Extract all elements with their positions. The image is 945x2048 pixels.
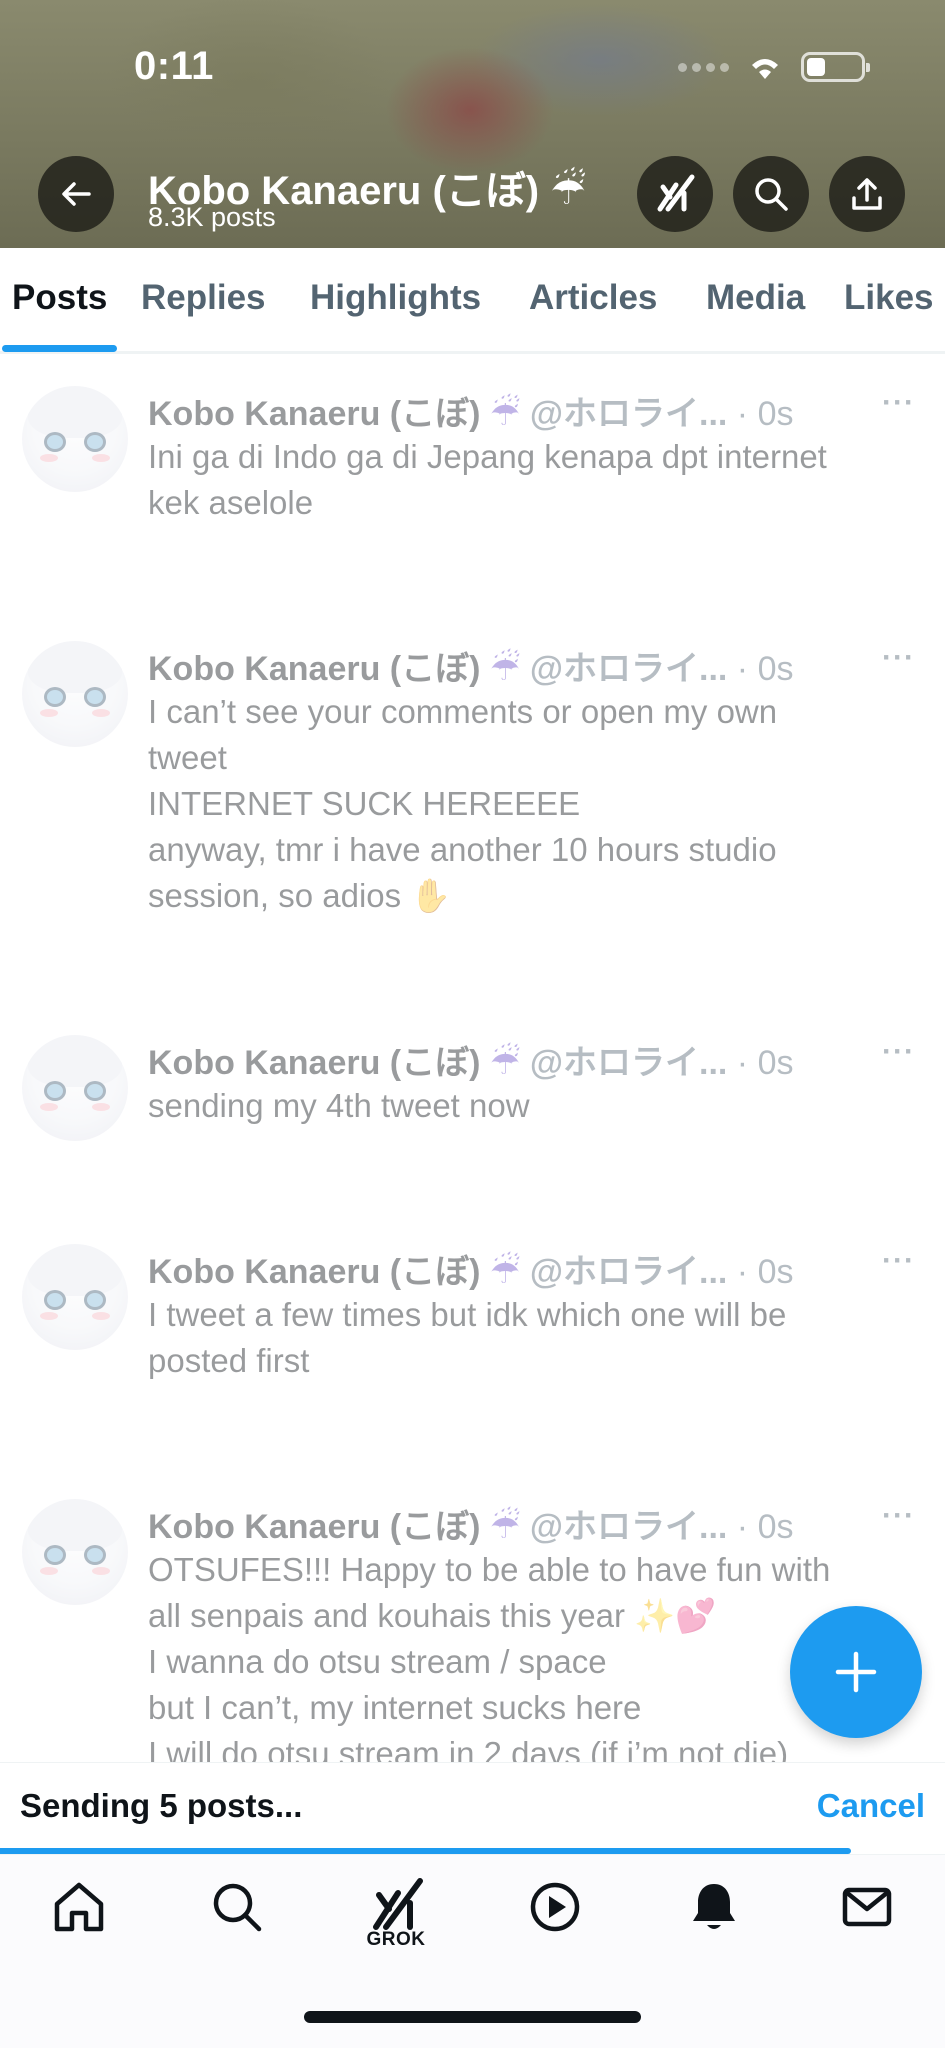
- more-options-icon[interactable]: ···: [882, 641, 915, 675]
- post-author-name[interactable]: Kobo Kanaeru (こぼ): [148, 1508, 480, 1546]
- status-time: 0:11: [134, 44, 214, 88]
- messages-icon: [842, 1887, 892, 1927]
- profile-post-count: 8.3K posts: [148, 202, 276, 232]
- grok-label: GROK: [366, 1929, 426, 1950]
- post-author-name[interactable]: Kobo Kanaeru (こぼ): [148, 1253, 480, 1291]
- grok-icon: [373, 1878, 423, 1930]
- search-icon: [755, 178, 788, 211]
- post-text: sending my 4th tweet now: [148, 1087, 530, 1124]
- bottom-nav: GROK: [0, 1854, 945, 2048]
- more-options-icon[interactable]: ···: [882, 1244, 915, 1278]
- post-author-name[interactable]: Kobo Kanaeru (こぼ): [148, 650, 480, 688]
- back-arrow-icon: [62, 182, 91, 206]
- post-time: 0s: [757, 1508, 794, 1546]
- profile-tabs: Posts Replies Highlights Articles Media …: [0, 248, 945, 354]
- back-button[interactable]: [38, 156, 114, 232]
- sending-status-bar: Sending 5 posts... Cancel: [0, 1762, 945, 1852]
- avatar[interactable]: [22, 386, 128, 492]
- tab-replies[interactable]: Replies: [141, 278, 266, 318]
- post-header: Kobo Kanaeru (こぼ) ☔ @ホロライ... · 0s: [148, 1044, 794, 1082]
- home-indicator: [304, 2011, 641, 2023]
- home-icon: [54, 1882, 104, 1932]
- post-time: 0s: [757, 1044, 794, 1082]
- battery-icon: [801, 52, 870, 82]
- post-author-handle: @ホロライ...: [529, 650, 728, 688]
- post-text: I tweet a few times but idk which one wi…: [148, 1296, 787, 1379]
- post-author-handle: @ホロライ...: [529, 395, 728, 433]
- profile-header: 0:11 Kobo Kanaeru (こぼ) ☔ 8.3K posts: [0, 0, 945, 248]
- video-icon: [530, 1882, 580, 1932]
- search-button[interactable]: [733, 156, 809, 232]
- signal-icon: [678, 62, 729, 72]
- nav-grok[interactable]: GROK: [336, 1877, 456, 1977]
- umbrella-emoji: ☔: [489, 1044, 521, 1082]
- post-header: Kobo Kanaeru (こぼ) ☔ @ホロライ... · 0s: [148, 1253, 794, 1291]
- avatar[interactable]: [22, 641, 128, 747]
- avatar[interactable]: [22, 1244, 128, 1350]
- post-author-handle: @ホロライ...: [529, 1253, 728, 1291]
- more-options-icon[interactable]: ···: [882, 1035, 915, 1069]
- tab-media[interactable]: Media: [706, 278, 805, 318]
- umbrella-emoji: ☔: [489, 1508, 521, 1546]
- post-author-handle: @ホロライ...: [529, 1044, 728, 1082]
- status-icons: [678, 52, 870, 82]
- share-icon: [852, 178, 882, 210]
- tab-likes[interactable]: Likes: [844, 278, 934, 318]
- profile-screen: 0:11 Kobo Kanaeru (こぼ) ☔ 8.3K posts Post…: [0, 0, 945, 2048]
- tab-articles[interactable]: Articles: [529, 278, 657, 318]
- post-time: 0s: [757, 1253, 794, 1291]
- posts-feed[interactable]: Kobo Kanaeru (こぼ) ☔ @ホロライ... · 0s ··· In…: [0, 356, 945, 1762]
- active-tab-indicator: [2, 345, 117, 352]
- cancel-button[interactable]: Cancel: [817, 1787, 925, 1825]
- grok-button[interactable]: [637, 156, 713, 232]
- tab-highlights[interactable]: Highlights: [310, 278, 481, 318]
- post-header: Kobo Kanaeru (こぼ) ☔ @ホロライ... · 0s: [148, 395, 794, 433]
- post-author-name[interactable]: Kobo Kanaeru (こぼ): [148, 1044, 480, 1082]
- nav-video[interactable]: [495, 1877, 615, 1977]
- umbrella-emoji: ☔: [489, 1253, 521, 1291]
- tab-posts[interactable]: Posts: [12, 278, 107, 318]
- nav-notifications[interactable]: [654, 1877, 774, 1977]
- umbrella-emoji: ☔: [489, 395, 521, 433]
- grok-icon: [657, 174, 695, 212]
- post-text: I can’t see your comments or open my own…: [148, 693, 778, 914]
- post-header: Kobo Kanaeru (こぼ) ☔ @ホロライ... · 0s: [148, 1508, 794, 1546]
- share-button[interactable]: [829, 156, 905, 232]
- post-author-handle: @ホロライ...: [529, 1508, 728, 1546]
- wifi-icon: [752, 59, 778, 79]
- post-time: 0s: [757, 395, 794, 433]
- nav-home[interactable]: [19, 1877, 139, 1977]
- notifications-icon: [693, 1884, 735, 1929]
- sending-status-text: Sending 5 posts...: [20, 1787, 303, 1824]
- avatar[interactable]: [22, 1499, 128, 1605]
- post-author-name[interactable]: Kobo Kanaeru (こぼ): [148, 395, 480, 433]
- post-header: Kobo Kanaeru (こぼ) ☔ @ホロライ... · 0s: [148, 650, 794, 688]
- nav-messages[interactable]: [807, 1877, 927, 1977]
- nav-search[interactable]: [177, 1877, 297, 1977]
- plus-icon: [835, 1651, 877, 1693]
- compose-button[interactable]: [790, 1606, 922, 1738]
- search-icon: [213, 1883, 262, 1932]
- more-options-icon[interactable]: ···: [882, 386, 915, 420]
- post-text: Ini ga di Indo ga di Jepang kenapa dpt i…: [148, 438, 827, 521]
- umbrella-emoji: ☔: [489, 650, 521, 688]
- more-options-icon[interactable]: ···: [882, 1499, 915, 1533]
- avatar[interactable]: [22, 1035, 128, 1141]
- post-time: 0s: [757, 650, 794, 688]
